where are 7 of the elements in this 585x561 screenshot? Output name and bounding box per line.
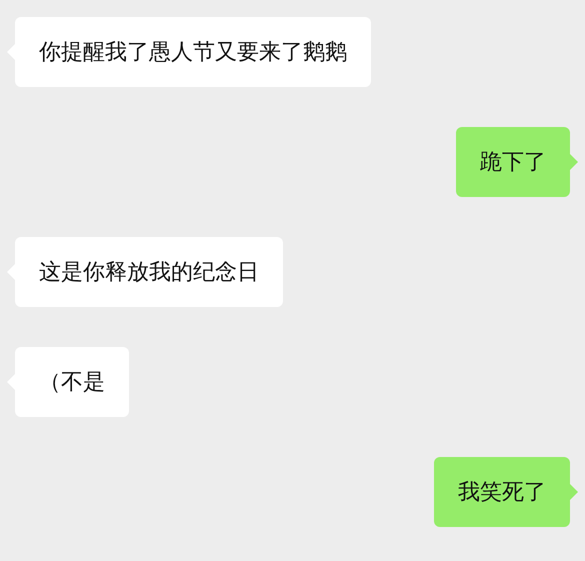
message-bubble: 这是你释放我的纪念日 xyxy=(15,237,283,307)
bubble-tail-icon xyxy=(570,484,578,500)
bubble-tail-icon xyxy=(570,154,578,170)
message-bubble: （不是 xyxy=(15,347,129,417)
message-bubble: 跪下了 xyxy=(456,127,570,197)
message-bubble: 我笑死了 xyxy=(434,457,570,527)
message-bubble: 你提醒我了愚人节又要来了鹅鹅 xyxy=(15,17,371,87)
